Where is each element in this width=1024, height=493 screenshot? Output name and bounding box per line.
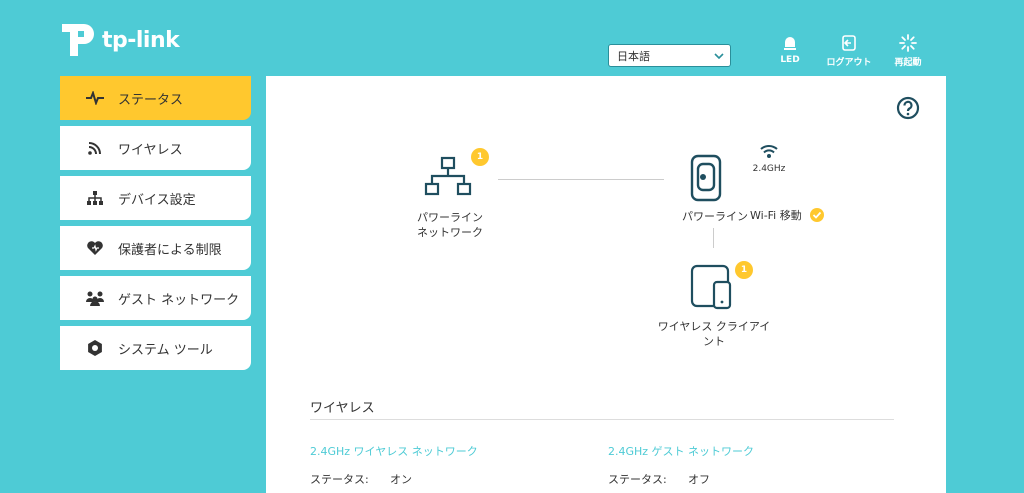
pulse-icon (84, 87, 106, 109)
powerline-network-badge: 1 (471, 148, 489, 166)
wireless-client-label: ワイヤレス クライアイ ント (652, 319, 776, 349)
sidebar-item-parental-controls[interactable]: 保護者による制限 (60, 226, 251, 270)
heart-icon (84, 237, 106, 259)
powerline-network-label-line1: パワーライン (417, 211, 483, 224)
powerline-network-icon[interactable] (424, 156, 472, 198)
powerline-device-label: パワーライン (682, 210, 748, 223)
wireless-client-badge: 1 (735, 261, 753, 279)
language-value: 日本語 (617, 49, 650, 63)
wireless-client-label-line2: ント (703, 335, 725, 348)
powerline-device-icon[interactable] (688, 154, 724, 202)
sidebar: ステータス ワイヤレス デバイス設定 保護者による制限 ゲスト ネットワーク シ… (60, 76, 251, 376)
tp-link-logo-icon (62, 24, 94, 56)
status-panel: 1 パワーライン ネットワーク 2.4GHz パワーライン Wi-Fi 移動 1… (266, 76, 946, 493)
sidebar-item-label: システム ツール (118, 342, 213, 358)
logout-icon (842, 35, 856, 51)
wifi-icon (84, 137, 106, 159)
connection-line (713, 228, 714, 248)
sidebar-item-wireless[interactable]: ワイヤレス (60, 126, 251, 170)
wireless-client-icon[interactable] (690, 264, 736, 310)
section-divider (310, 419, 894, 420)
band-label: 2.4GHz (752, 164, 786, 174)
logout-label: ログアウト (826, 58, 872, 68)
wireless-client-label-line1: ワイヤレス クライアイ (657, 320, 771, 333)
wifi-signal-icon (760, 145, 778, 158)
language-select[interactable]: 日本語 (608, 44, 731, 67)
network-icon (84, 187, 106, 209)
main-network-status-key: ステータス: (310, 473, 369, 486)
guest-icon (84, 287, 106, 309)
help-icon (896, 96, 920, 120)
guest-network-title[interactable]: 2.4GHz ゲスト ネットワーク (608, 443, 754, 459)
brand-name: tp-link (102, 27, 180, 53)
sidebar-item-label: ワイヤレス (118, 142, 183, 158)
bulb-icon (784, 37, 796, 50)
main-network-status-value: オン (390, 473, 412, 486)
check-icon (810, 208, 824, 222)
guest-network-status-key: ステータス: (608, 473, 667, 486)
sidebar-item-label: デバイス設定 (118, 192, 196, 208)
sidebar-item-label: ゲスト ネットワーク (118, 292, 240, 308)
sidebar-item-guest-network[interactable]: ゲスト ネットワーク (60, 276, 251, 320)
connection-line (498, 179, 664, 180)
gear-icon (84, 337, 106, 359)
reboot-button[interactable]: 再起動 (878, 34, 938, 68)
powerline-network-label-line2: ネットワーク (417, 226, 483, 239)
wifi-move-label: Wi-Fi 移動 (750, 209, 802, 222)
sidebar-item-device-settings[interactable]: デバイス設定 (60, 176, 251, 220)
main-network-title[interactable]: 2.4GHz ワイヤレス ネットワーク (310, 443, 478, 459)
logout-button[interactable]: ログアウト (819, 34, 879, 68)
led-button[interactable]: LED (760, 34, 820, 65)
chevron-down-icon (714, 52, 724, 59)
sidebar-item-label: 保護者による制限 (118, 242, 222, 258)
sidebar-item-label: ステータス (118, 92, 184, 108)
help-button[interactable] (896, 96, 920, 124)
reboot-label: 再起動 (894, 58, 922, 68)
wireless-section-title: ワイヤレス (310, 401, 375, 416)
guest-network-status-value: オフ (688, 473, 710, 486)
sidebar-item-system-tools[interactable]: システム ツール (60, 326, 251, 370)
sidebar-item-status[interactable]: ステータス (60, 76, 251, 120)
reboot-icon (899, 34, 917, 52)
led-label: LED (780, 55, 800, 65)
powerline-network-label: パワーライン ネットワーク (396, 210, 504, 240)
tp-link-logo: tp-link (58, 20, 180, 60)
